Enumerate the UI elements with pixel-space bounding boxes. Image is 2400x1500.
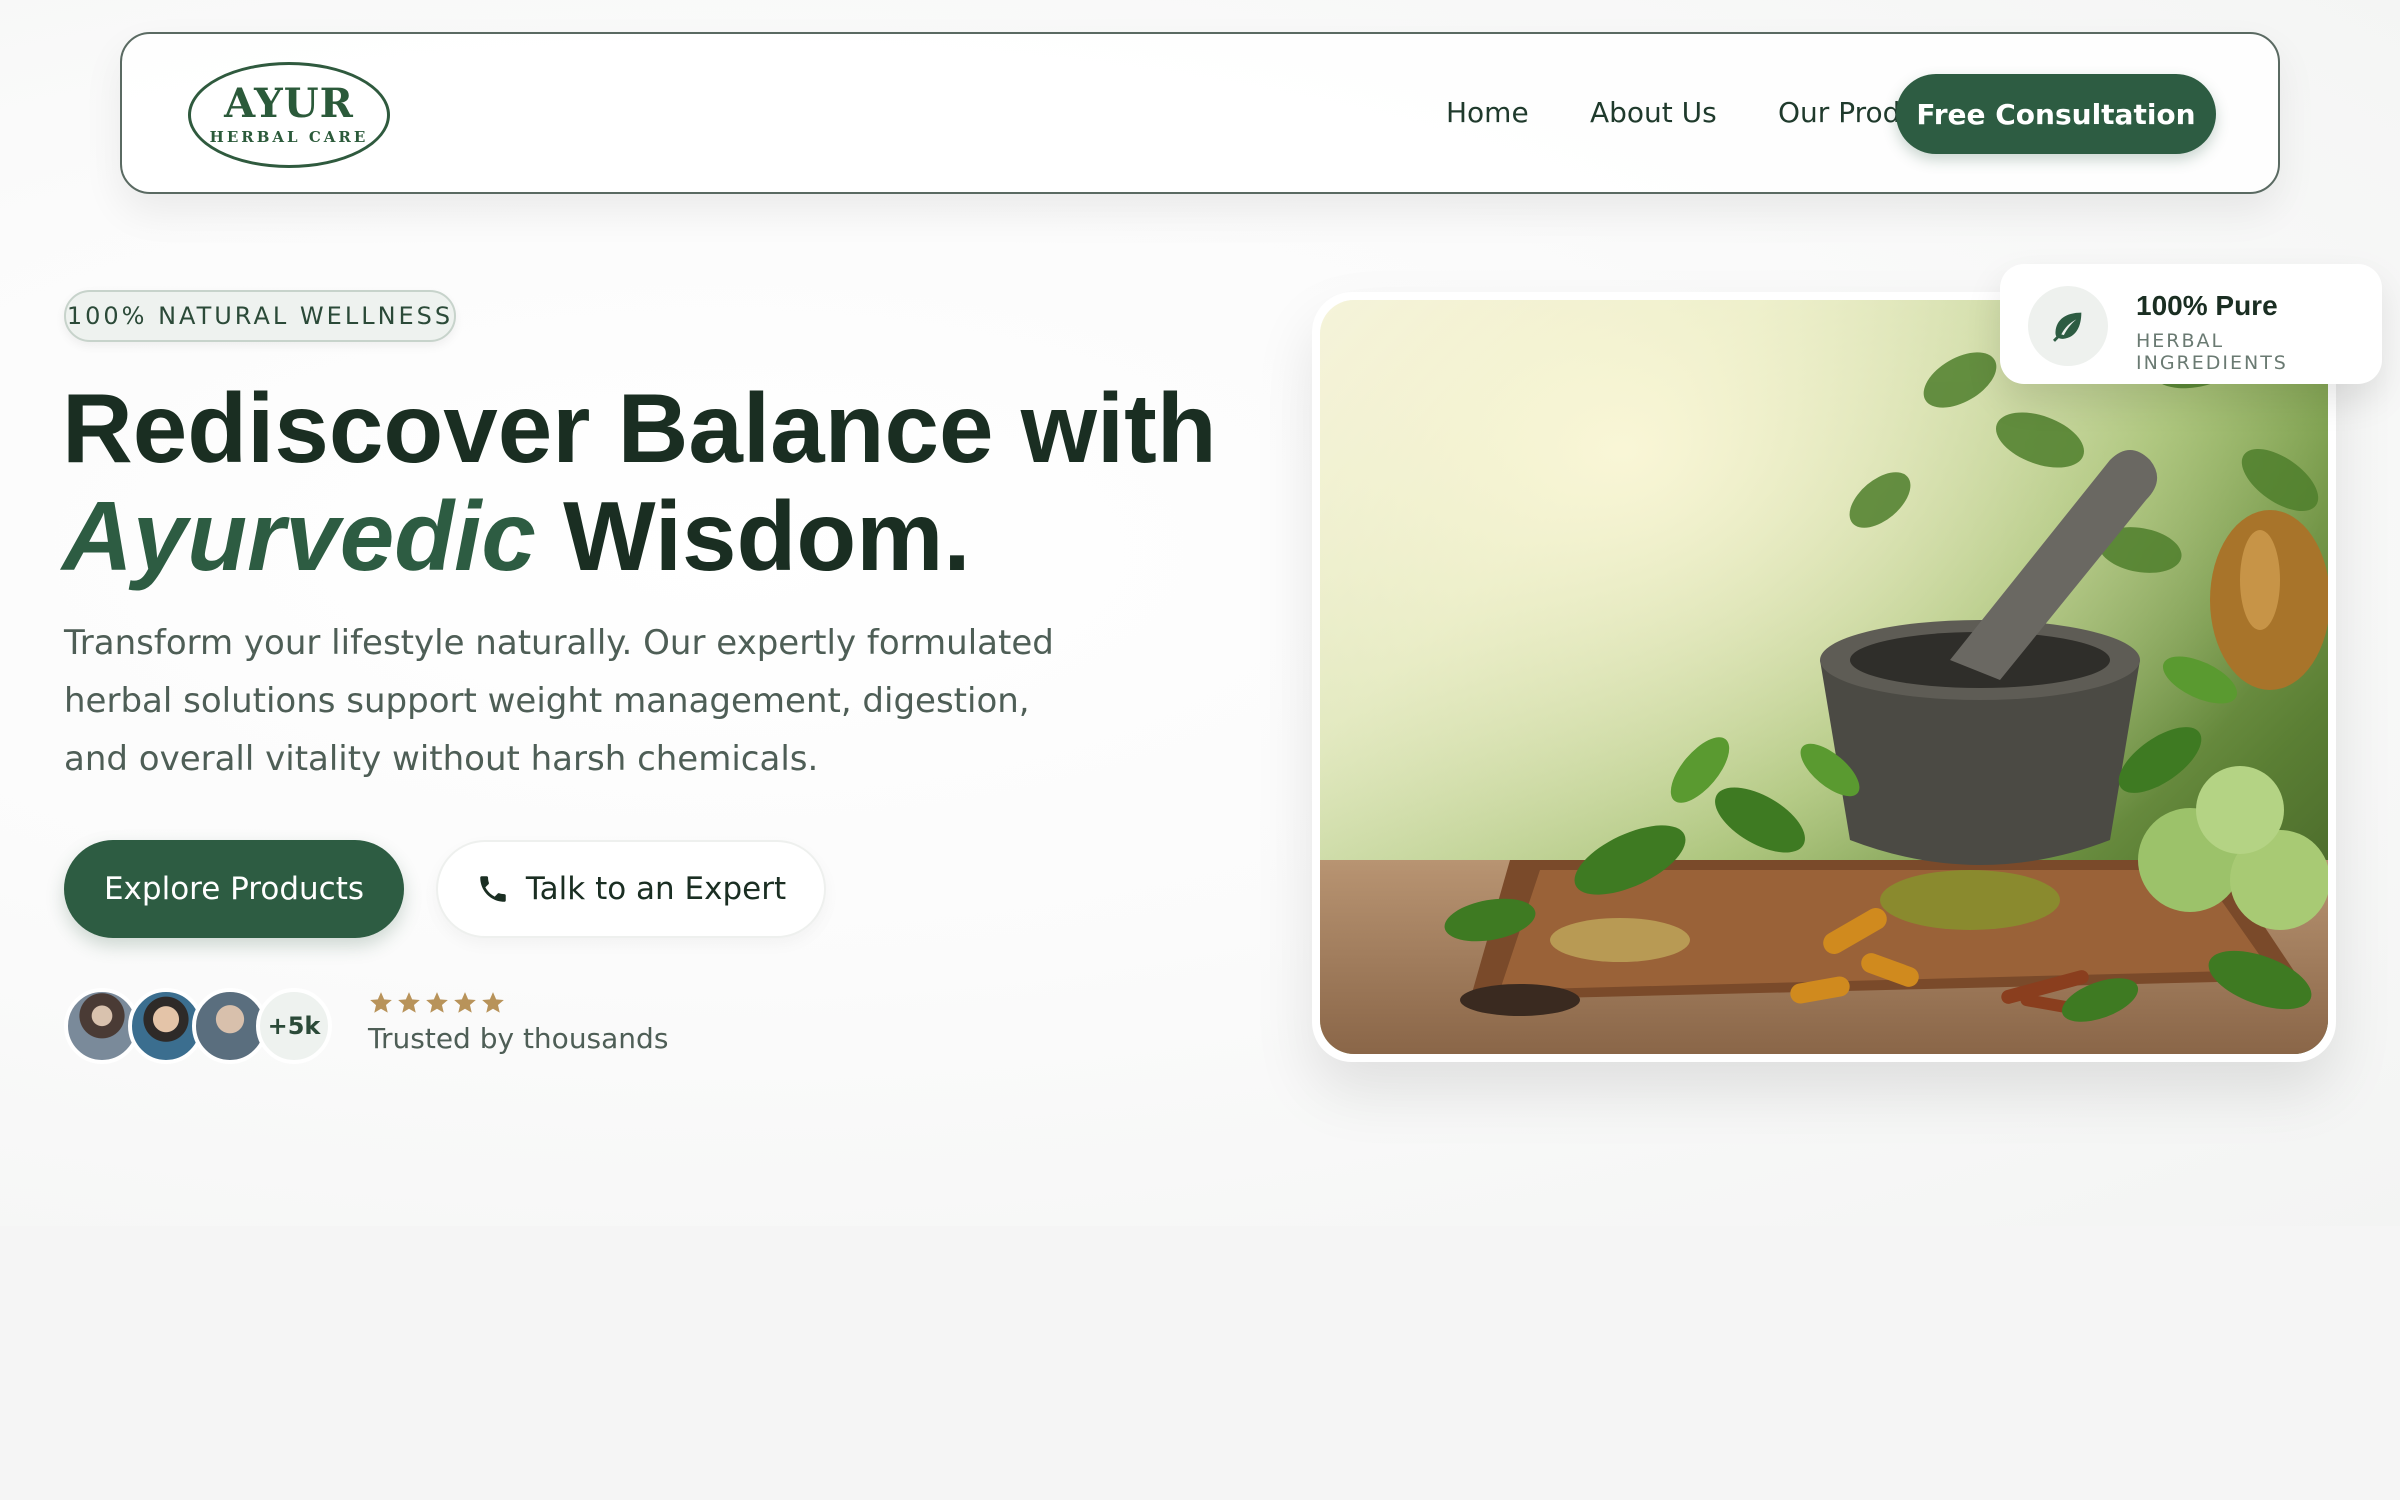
nav-link-about-us[interactable]: About Us bbox=[1590, 96, 1717, 129]
hero-headline: Rediscover Balance with Ayurvedic Wisdom… bbox=[62, 374, 1262, 590]
rating-stars bbox=[368, 990, 506, 1016]
pure-ingredients-badge: 100% Pure HERBAL INGREDIENTS bbox=[2000, 264, 2382, 384]
headline-line1: Rediscover Balance with bbox=[62, 373, 1217, 483]
star-icon bbox=[426, 992, 448, 1013]
free-consultation-button[interactable]: Free Consultation bbox=[1896, 74, 2216, 154]
headline-rest: Wisdom. bbox=[535, 481, 971, 591]
page-below-fold bbox=[0, 1226, 2400, 1500]
badge-title: 100% Pure bbox=[2136, 290, 2278, 321]
headline-accent: Ayurvedic bbox=[62, 481, 536, 591]
customer-avatars: +5k bbox=[64, 988, 344, 1064]
star-icon bbox=[398, 992, 420, 1013]
phone-icon bbox=[480, 876, 506, 902]
hero-description: Transform your lifestyle naturally. Our … bbox=[64, 623, 1054, 779]
nav-link-home[interactable]: Home bbox=[1446, 96, 1529, 129]
herbal-illustration bbox=[1320, 300, 2328, 1054]
star-icon bbox=[370, 992, 392, 1013]
logo-main-text: AYUR bbox=[224, 80, 354, 127]
badge-subtitle: HERBAL INGREDIENTS bbox=[2136, 330, 2288, 374]
more-customers-count: +5k bbox=[256, 988, 332, 1064]
hero-image-card bbox=[1312, 292, 2336, 1062]
trust-text: Trusted by thousands bbox=[368, 1022, 669, 1055]
herbal-mortar-image bbox=[1320, 300, 2328, 1054]
leaf-icon bbox=[2028, 286, 2108, 366]
logo[interactable]: AYUR HERBAL CARE bbox=[188, 62, 390, 168]
star-icon bbox=[482, 992, 504, 1013]
logo-sub-text: HERBAL CARE bbox=[209, 128, 369, 146]
talk-to-expert-button[interactable]: Talk to an Expert bbox=[436, 840, 826, 938]
natural-wellness-badge: 100% NATURAL WELLNESS bbox=[64, 290, 456, 342]
navbar: AYUR HERBAL CARE Home About Us Our Produ… bbox=[120, 32, 2280, 194]
star-icon bbox=[454, 992, 476, 1013]
talk-to-expert-label: Talk to an Expert bbox=[525, 871, 787, 907]
explore-products-button[interactable]: Explore Products bbox=[64, 840, 404, 938]
